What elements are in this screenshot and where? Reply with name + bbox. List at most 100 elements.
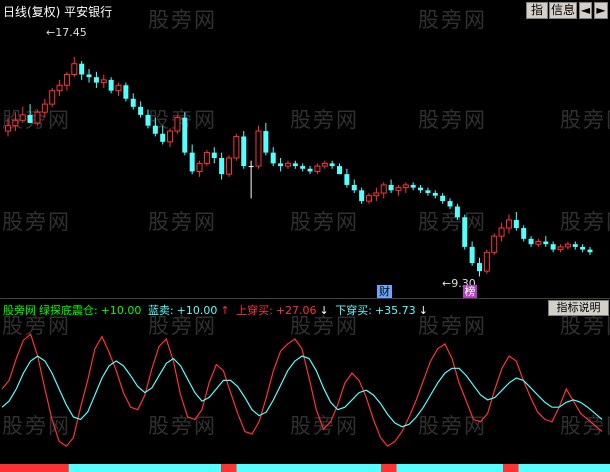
signal-segment: [221, 464, 237, 472]
candle-body: [587, 249, 593, 253]
candle: [572, 241, 578, 250]
candle-body: [425, 190, 431, 194]
candle-body: [270, 152, 276, 164]
candle: [388, 179, 394, 194]
high-price-label: 17.45: [55, 26, 87, 39]
candle: [100, 74, 107, 88]
candle-body: [402, 184, 409, 189]
candle: [483, 249, 490, 274]
candle: [321, 160, 328, 169]
candle: [211, 147, 217, 164]
candle-body: [248, 166, 254, 168]
candle: [5, 117, 11, 137]
candle: [27, 104, 33, 123]
candle-body: [233, 135, 240, 159]
candle: [138, 101, 144, 118]
candle-body: [203, 152, 210, 164]
candle: [219, 152, 225, 180]
candle-body: [284, 162, 291, 167]
candle: [528, 236, 534, 247]
candle-body: [476, 263, 482, 272]
candle-body: [447, 201, 453, 207]
candle-body: [344, 174, 350, 185]
candle-body: [160, 133, 166, 142]
candle-body: [56, 84, 63, 92]
candle: [115, 82, 122, 97]
candle-body: [469, 246, 475, 264]
indicator-chart[interactable]: [0, 316, 610, 464]
candle-body: [219, 158, 225, 175]
candle: [425, 187, 431, 196]
signal-segment: [381, 464, 397, 472]
candle-body: [307, 168, 313, 172]
indicator-button[interactable]: 指: [526, 2, 548, 19]
title-bar: 日线(复权) 平安银行 指 信息 ◄ ►: [0, 0, 610, 22]
candle: [284, 160, 291, 169]
candle-body: [513, 219, 519, 229]
candle: [440, 193, 446, 204]
next-arrow-icon[interactable]: ►: [594, 2, 608, 19]
candle-body: [19, 114, 26, 121]
candle: [557, 244, 564, 253]
prev-arrow-icon[interactable]: ◄: [579, 2, 592, 19]
candle: [248, 160, 254, 199]
candle-body: [359, 190, 365, 202]
signal-segment: [396, 464, 504, 472]
candle: [182, 112, 188, 156]
candle-body: [226, 157, 233, 175]
left-arrow-icon: ←: [442, 277, 452, 290]
candle-body: [49, 90, 56, 105]
candle: [49, 87, 56, 107]
candle-body: [292, 163, 298, 167]
candle: [203, 149, 210, 167]
candle-body: [241, 136, 247, 167]
candle: [278, 158, 284, 172]
candle: [93, 71, 99, 88]
candle-body: [41, 103, 48, 113]
candle-body: [454, 206, 460, 218]
candle: [373, 187, 380, 202]
candle-body: [395, 187, 402, 191]
candle-body: [440, 195, 446, 202]
candle: [462, 214, 468, 250]
candle-body: [580, 246, 586, 250]
candle: [418, 184, 424, 194]
candle-body: [174, 117, 181, 132]
candle: [564, 241, 571, 250]
candle-body: [491, 235, 498, 253]
candle-body: [152, 125, 158, 134]
candle: [454, 203, 460, 220]
candle: [160, 125, 166, 145]
info-button[interactable]: 信息: [549, 2, 577, 19]
candle-body: [564, 243, 571, 248]
candle-body: [196, 162, 203, 172]
finance-badge[interactable]: 财: [377, 285, 392, 299]
candle: [587, 246, 593, 255]
candle: [108, 77, 114, 94]
candle-body: [300, 166, 306, 169]
indicator-help-button[interactable]: 指标说明: [548, 300, 609, 316]
signal-segment: [518, 464, 610, 472]
candle-body: [93, 77, 99, 83]
candle: [351, 179, 357, 194]
candle-body: [498, 227, 505, 237]
candle: [550, 241, 556, 253]
candle-body: [34, 111, 41, 124]
series-line: [1, 355, 603, 428]
candle: [123, 82, 129, 102]
signal-strip: [0, 464, 610, 472]
rank-badge[interactable]: 榜: [463, 285, 477, 299]
kline-chart[interactable]: [0, 22, 610, 298]
candle-body: [86, 74, 92, 78]
candle: [314, 163, 321, 175]
candle-body: [432, 193, 438, 196]
candle-body: [388, 184, 394, 191]
candle-body: [71, 63, 78, 75]
candle: [402, 182, 409, 194]
candle-body: [123, 85, 129, 99]
candle: [432, 190, 438, 199]
candle: [41, 98, 48, 118]
signal-segment: [0, 464, 69, 472]
candle-body: [167, 130, 174, 143]
candle: [34, 109, 41, 126]
